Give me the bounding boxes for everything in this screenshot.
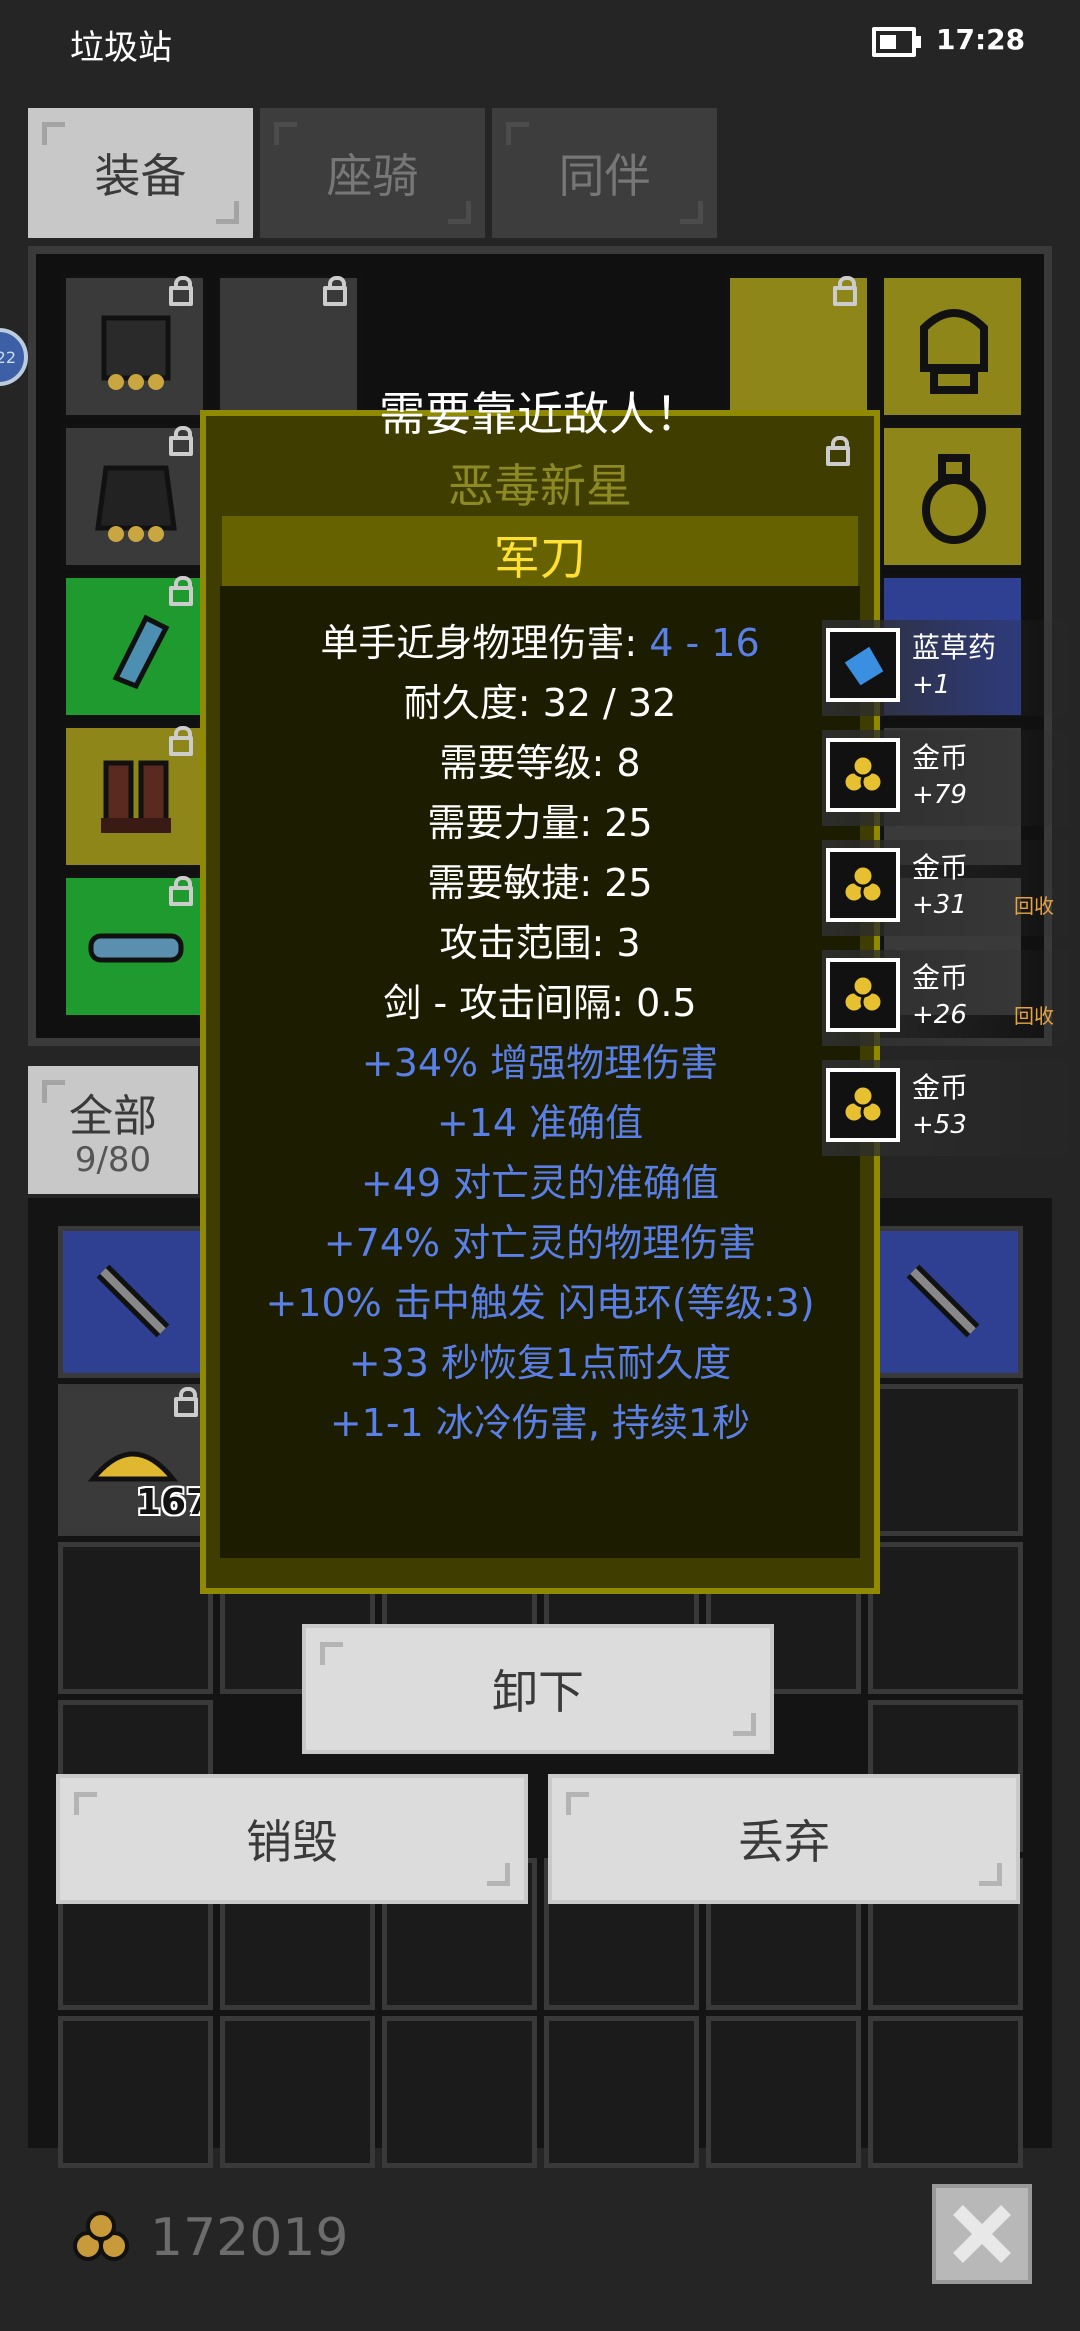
affix-line: +33 秒恢复1点耐久度: [348, 1341, 732, 1385]
damage-label: 单手近身物理伤害:: [320, 621, 650, 665]
pickup-notification: 金币 +31 回收: [822, 840, 1080, 936]
inventory-count: 9/80: [74, 1140, 152, 1180]
unequip-label: 卸下: [492, 1665, 584, 1719]
tab-mount[interactable]: 座骑: [260, 108, 485, 238]
gold-coin-icon: [826, 1068, 900, 1142]
side-badge-label: 22: [0, 347, 16, 367]
gold-coins-icon: [73, 2211, 129, 2261]
inventory-cell[interactable]: [868, 1226, 1023, 1378]
stat-line: 需要敏捷: 25: [427, 861, 653, 905]
stat-line: 攻击范围: 3: [439, 921, 641, 965]
gloves-icon: [112, 614, 170, 690]
tab-equipment-label: 装备: [94, 149, 187, 203]
stat-line: 耐久度: 32 / 32: [403, 681, 677, 725]
damage-value: 4 - 16: [649, 621, 760, 665]
equip-slot-belt[interactable]: [62, 874, 207, 1019]
clock: 17:28: [936, 23, 1026, 56]
close-button[interactable]: [932, 2184, 1032, 2284]
inventory-cell[interactable]: [58, 1542, 213, 1694]
affix-line: +10% 击中触发 闪电环(等级:3): [265, 1281, 815, 1325]
sword-icon: [96, 1264, 170, 1338]
pickup-notification: 金币 +26 回收: [822, 950, 1080, 1046]
pickup-name: 金币: [912, 851, 969, 884]
equip-slot-cloak[interactable]: [62, 424, 207, 569]
inventory-cell[interactable]: [58, 1226, 213, 1378]
gold-coin-icon: [826, 848, 900, 922]
pickup-notification: 金币 +53: [822, 1060, 1080, 1156]
pickup-name: 金币: [912, 1071, 969, 1104]
stat-line: 剑 - 攻击间隔: 0.5: [383, 981, 697, 1025]
discard-button[interactable]: 丢弃: [548, 1774, 1020, 1904]
gold-coin-icon: [826, 738, 900, 812]
discard-label: 丢弃: [738, 1815, 830, 1869]
affix-line: +34% 增强物理伤害: [361, 1041, 719, 1085]
stat-line: 需要力量: 25: [427, 801, 653, 845]
pickup-name: 金币: [912, 741, 969, 774]
pickup-notification: 金币 +79: [822, 730, 1080, 826]
lock-icon: [323, 276, 347, 306]
status-bar: 垃圾站 17:28: [0, 0, 1080, 90]
inventory-cell[interactable]: [220, 2016, 375, 2168]
cloak-icon: [95, 465, 177, 542]
item-set-name: 恶毒新星: [448, 459, 632, 513]
recycle-label[interactable]: 回收: [1014, 1000, 1054, 1029]
affix-line: +49 对亡灵的准确值: [360, 1161, 720, 1205]
pickup-amount: +1: [912, 670, 951, 700]
tab-companion[interactable]: 同伴: [492, 108, 717, 238]
inventory-cell[interactable]: [868, 2016, 1023, 2168]
close-icon: [953, 2205, 1011, 2263]
blue-herb-icon: [826, 628, 900, 702]
equip-slot-amulet[interactable]: [880, 424, 1025, 569]
pickup-amount: +26: [912, 1000, 967, 1030]
destroy-button[interactable]: 销毁: [56, 1774, 528, 1904]
pickup-name: 金币: [912, 961, 969, 994]
inventory-cell[interactable]: [868, 1384, 1023, 1536]
pickup-amount: +79: [912, 780, 967, 810]
app-title: 垃圾站: [70, 28, 172, 68]
amulet-icon: [922, 454, 986, 544]
warning-text: 需要靠近敌人！: [379, 387, 701, 441]
tab-equipment[interactable]: 装备: [28, 108, 253, 238]
inventory-filter-label: 全部: [69, 1091, 157, 1142]
gold-coin-icon: [826, 958, 900, 1032]
pickup-name: 蓝草药: [912, 631, 997, 664]
belt-icon: [88, 933, 184, 963]
damage-stat: 单手近身物理伤害: 4 - 16: [200, 612, 880, 667]
recycle-label[interactable]: 回收: [1014, 890, 1054, 919]
equip-slot-gloves[interactable]: [62, 574, 207, 719]
inventory-cell[interactable]: [382, 2016, 537, 2168]
affix-line: +14 准确值: [436, 1101, 644, 1145]
affix-line: +1-1 冰冷伤害, 持续1秒: [329, 1401, 751, 1445]
stat-line: 需要等级: 8: [439, 741, 641, 785]
inventory-cell[interactable]: [544, 2016, 699, 2168]
pickup-notification: 蓝草药 +1: [822, 620, 1080, 716]
tab-companion-label: 同伴: [558, 149, 651, 203]
destroy-label: 销毁: [246, 1815, 338, 1869]
equip-slot-boots[interactable]: [62, 724, 207, 869]
inventory-filter-tab[interactable]: 全部 9/80: [28, 1066, 198, 1194]
sword-icon: [906, 1264, 980, 1338]
item-name: 军刀: [494, 531, 586, 585]
inventory-cell[interactable]: [706, 2016, 861, 2168]
inventory-cell[interactable]: [868, 1542, 1023, 1694]
affix-line: +74% 对亡灵的物理伤害: [323, 1221, 757, 1265]
gold-total: 172019: [150, 2208, 349, 2268]
tab-mount-label: 座骑: [326, 149, 419, 203]
pickup-amount: +31: [912, 890, 967, 920]
boots-icon: [101, 760, 171, 833]
pickup-amount: +53: [912, 1110, 967, 1140]
lock-icon: [833, 276, 857, 306]
battery-icon: [872, 27, 921, 57]
inventory-cell[interactable]: [58, 2016, 213, 2168]
unequip-button[interactable]: 卸下: [302, 1624, 774, 1754]
